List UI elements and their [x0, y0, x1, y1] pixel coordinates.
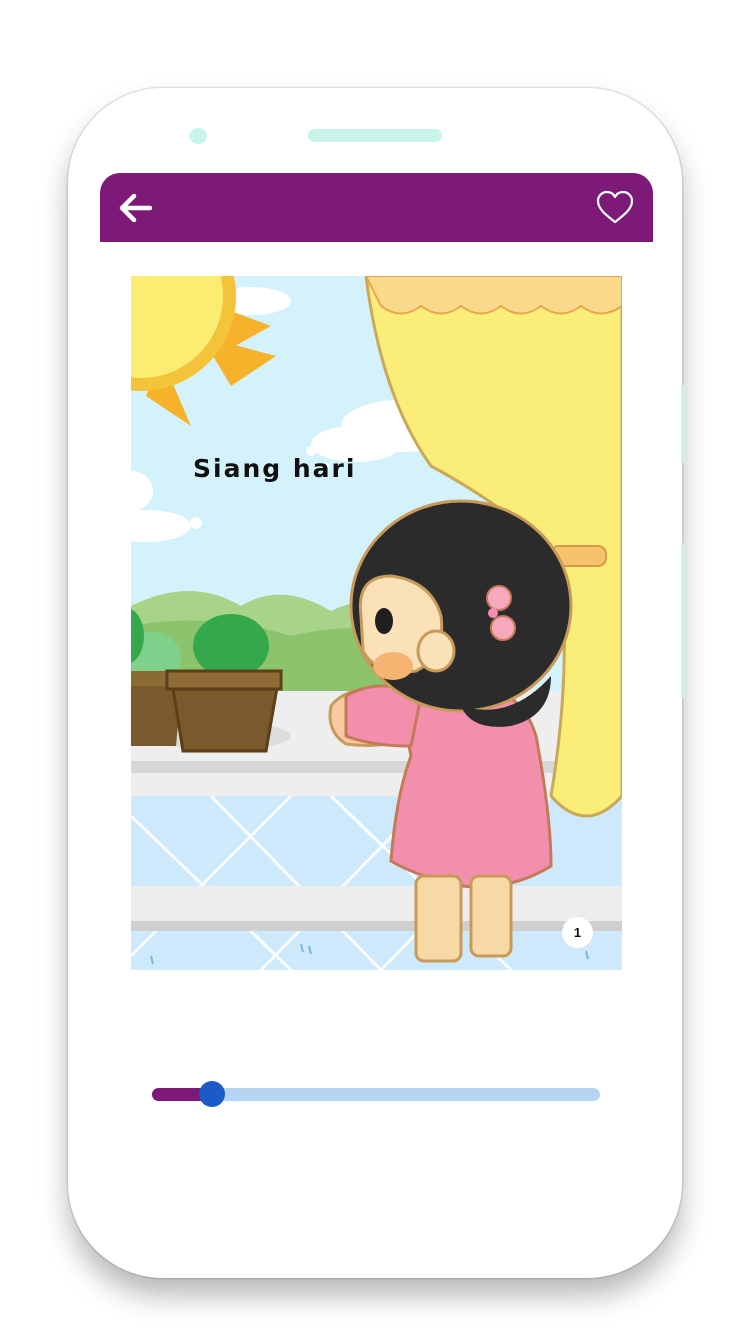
phone-camera: [189, 128, 207, 144]
phone-side-button: [681, 385, 685, 463]
favorite-button[interactable]: [594, 187, 636, 229]
back-button[interactable]: [114, 189, 156, 227]
app-bar: [100, 173, 653, 242]
page-number-badge: 1: [562, 917, 593, 948]
girl-at-window-illustration: [131, 276, 622, 970]
phone-speaker: [308, 129, 442, 142]
arrow-left-icon: [119, 193, 153, 223]
slider-thumb[interactable]: [198, 1081, 225, 1107]
page-title: Siang hari: [193, 454, 357, 483]
book-page: Siang hari 1: [131, 276, 622, 970]
phone-side-button: [681, 543, 685, 698]
heart-outline-icon: [596, 190, 634, 224]
page-slider[interactable]: [152, 1081, 600, 1107]
